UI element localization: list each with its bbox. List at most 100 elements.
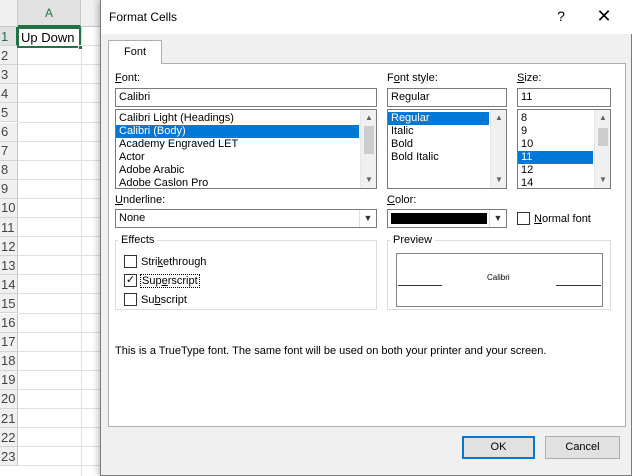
row-header[interactable]: 4	[0, 84, 18, 104]
help-button[interactable]: ?	[551, 6, 571, 26]
font-style-label: Font style:	[387, 72, 438, 84]
font-style-input[interactable]: Regular	[387, 88, 507, 107]
font-list-item[interactable]: Calibri Light (Headings)	[116, 112, 359, 125]
row-header[interactable]: 10	[0, 198, 18, 218]
cancel-button[interactable]: Cancel	[545, 436, 620, 459]
row-header[interactable]: 5	[0, 103, 18, 123]
style-list-scrollbar[interactable]: ▲ ▼	[490, 110, 506, 188]
row-header[interactable]: 19	[0, 370, 18, 390]
preview-text: Calibri	[487, 273, 510, 282]
preview-label: Preview	[390, 234, 436, 246]
font-list-item[interactable]: Actor	[116, 151, 359, 164]
gridline	[18, 369, 100, 371]
gridline	[18, 293, 100, 295]
gridline	[18, 331, 100, 333]
size-list-item[interactable]: 8	[518, 112, 593, 125]
size-input[interactable]: 11	[517, 88, 611, 107]
normal-font-label[interactable]: Normal font	[534, 213, 591, 225]
normal-font-checkbox[interactable]	[517, 212, 530, 225]
font-style-list-item[interactable]: Regular	[388, 112, 489, 125]
tab-font[interactable]: Font	[108, 40, 162, 64]
preview-box: Calibri	[396, 253, 603, 307]
size-list-scrollbar[interactable]: ▲ ▼	[594, 110, 610, 188]
subscript-checkbox[interactable]	[124, 293, 137, 306]
row-header[interactable]: 20	[0, 389, 18, 409]
row-header[interactable]: 14	[0, 275, 18, 295]
dialog-title: Format Cells	[109, 10, 178, 24]
row-header[interactable]: 16	[0, 313, 18, 333]
size-list-item[interactable]: 14	[518, 177, 593, 188]
row-header[interactable]: 3	[0, 65, 18, 85]
ok-button[interactable]: OK	[462, 436, 535, 459]
row-header[interactable]: 12	[0, 237, 18, 257]
row-header[interactable]: 18	[0, 351, 18, 371]
gridline	[18, 255, 100, 257]
font-list[interactable]: Calibri Light (Headings) Calibri (Body) Ac…	[115, 109, 377, 189]
chevron-down-icon[interactable]: ▼	[359, 210, 376, 227]
size-list[interactable]: 8 9 10 11 12 14 ▲ ▼	[517, 109, 611, 189]
strikethrough-label[interactable]: Strikethrough	[141, 256, 206, 268]
gridline	[18, 83, 100, 85]
row-header[interactable]: 11	[0, 218, 18, 237]
scroll-up-icon[interactable]: ▲	[595, 110, 610, 126]
color-dropdown[interactable]: ▼	[387, 209, 507, 228]
font-list-scrollbar[interactable]: ▲ ▼	[360, 110, 376, 188]
font-style-list-item[interactable]: Bold	[388, 138, 489, 151]
scroll-thumb[interactable]	[364, 126, 374, 154]
font-list-item[interactable]: Adobe Caslon Pro	[116, 177, 359, 188]
gridline	[18, 178, 100, 180]
size-list-item[interactable]: 9	[518, 125, 593, 138]
font-style-list-item[interactable]: Bold Italic	[388, 151, 489, 164]
preview-baseline-right	[556, 285, 601, 286]
strikethrough-checkbox[interactable]	[124, 255, 137, 268]
row-header[interactable]: 1	[0, 27, 18, 46]
row-header[interactable]: 21	[0, 409, 18, 428]
dialog-titlebar[interactable]: Format Cells ? ✕	[101, 0, 632, 34]
gridline	[18, 274, 100, 276]
row-header[interactable]: 23	[0, 447, 18, 467]
scroll-thumb[interactable]	[598, 128, 608, 146]
row-header[interactable]: 7	[0, 141, 18, 161]
row-header[interactable]: 8	[0, 160, 18, 180]
size-list-item[interactable]: 12	[518, 164, 593, 177]
gridline	[18, 312, 100, 314]
font-style-list[interactable]: Regular Italic Bold Bold Italic ▲ ▼	[387, 109, 507, 189]
font-label: Font:	[115, 72, 141, 84]
row-header[interactable]: 17	[0, 332, 18, 352]
row-header[interactable]: 22	[0, 428, 18, 448]
subscript-label[interactable]: Subscript	[141, 294, 187, 306]
row-header[interactable]: 2	[0, 46, 18, 66]
column-header-b[interactable]	[81, 0, 101, 27]
font-list-item[interactable]: Adobe Arabic	[116, 164, 359, 177]
gridline	[18, 465, 100, 467]
gridline	[81, 27, 82, 476]
font-list-item[interactable]: Calibri (Body)	[116, 125, 359, 138]
scroll-up-icon[interactable]: ▲	[361, 110, 376, 126]
scroll-down-icon[interactable]: ▼	[491, 172, 506, 188]
truetype-note: This is a TrueType font. The same font w…	[115, 345, 547, 357]
font-input[interactable]: Calibri	[115, 88, 377, 107]
superscript-checkbox[interactable]: ✓	[124, 274, 137, 287]
size-list-item[interactable]: 10	[518, 138, 593, 151]
row-header[interactable]: 9	[0, 179, 18, 199]
row-header[interactable]: 15	[0, 294, 18, 314]
underline-dropdown[interactable]: None ▼	[115, 209, 377, 228]
row-header[interactable]: 13	[0, 256, 18, 276]
superscript-label[interactable]: Superscript	[140, 274, 200, 288]
fill-handle[interactable]	[78, 45, 83, 50]
font-list-item[interactable]: Academy Engraved LET	[116, 138, 359, 151]
select-all-corner[interactable]	[0, 0, 18, 27]
scroll-down-icon[interactable]: ▼	[595, 172, 610, 188]
column-header-a[interactable]: A	[18, 0, 81, 27]
size-list-item[interactable]: 11	[518, 151, 593, 164]
close-icon[interactable]: ✕	[593, 4, 615, 28]
scroll-up-icon[interactable]: ▲	[491, 110, 506, 126]
row-header[interactable]: 6	[0, 122, 18, 142]
color-label: Color:	[387, 194, 417, 206]
gridline	[18, 121, 100, 123]
chevron-down-icon[interactable]: ▼	[489, 210, 506, 227]
font-style-list-item[interactable]: Italic	[388, 125, 489, 138]
scroll-down-icon[interactable]: ▼	[361, 172, 376, 188]
cell-a1[interactable]: Up Down	[17, 27, 81, 48]
gridline	[18, 64, 100, 66]
